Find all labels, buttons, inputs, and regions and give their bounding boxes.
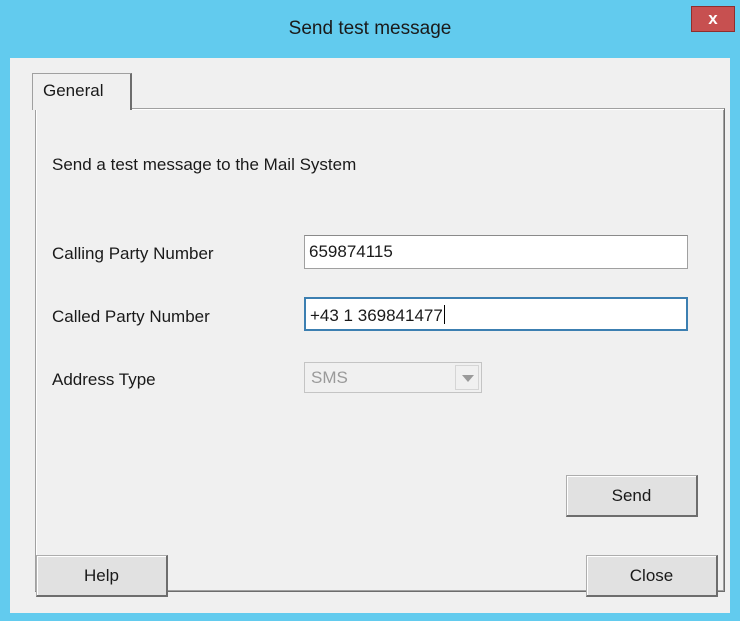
calling-party-input[interactable]: 659874115 [304,235,688,269]
send-button[interactable]: Send [566,475,698,517]
window-title: Send test message [288,18,452,39]
description-text: Send a test message to the Mail System [52,155,357,174]
called-party-input[interactable]: +43 1 369841477 [304,297,688,331]
tab-general[interactable]: General [32,73,132,110]
calling-party-label: Calling Party Number [52,244,214,263]
called-party-value: +43 1 369841477 [310,306,443,325]
help-button[interactable]: Help [36,555,168,597]
address-type-select[interactable]: SMS [304,362,482,393]
address-type-label: Address Type [52,370,156,389]
close-window-button[interactable]: x [691,6,735,32]
dialog-client-area [10,58,730,613]
dialog-window: Send test message x General Send a test … [0,0,740,621]
text-caret [443,305,445,324]
address-type-value: SMS [311,368,348,387]
called-party-label: Called Party Number [52,307,210,326]
title-bar[interactable]: Send test message x [0,0,740,58]
chevron-down-icon[interactable] [455,365,479,390]
calling-party-value: 659874115 [309,242,393,261]
close-icon: x [708,9,718,28]
close-button[interactable]: Close [586,555,718,597]
tab-panel-general [35,108,725,592]
